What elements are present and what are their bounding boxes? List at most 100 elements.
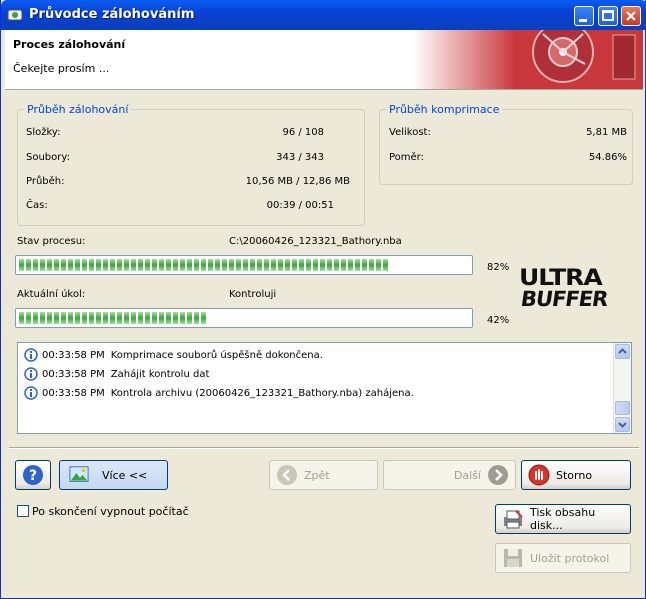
back-button[interactable]: Zpět — [269, 460, 378, 490]
cancel-button-label: Storno — [556, 468, 593, 482]
shutdown-checkbox-label[interactable]: Po skončení vypnout počítač — [32, 505, 189, 518]
progress-segment — [152, 259, 157, 271]
help-glyph: ? — [29, 468, 37, 484]
progress-segment — [110, 259, 115, 271]
progress-segment — [124, 312, 129, 324]
progress-segment — [299, 259, 304, 271]
log-text: Zahájit kontrolu dat — [110, 368, 210, 380]
info-icon — [24, 386, 38, 400]
minimize-button[interactable] — [574, 6, 594, 26]
info-icon — [24, 348, 38, 362]
info-icon — [24, 367, 38, 381]
progress-segment — [61, 312, 66, 324]
progress-segment — [89, 259, 94, 271]
save-icon — [504, 549, 522, 567]
progress-segment — [173, 312, 178, 324]
progress-segment — [250, 259, 255, 271]
picture-icon — [69, 466, 89, 482]
progress-segment — [124, 259, 129, 271]
scroll-thumb[interactable] — [615, 401, 630, 415]
progress-segment — [54, 312, 59, 324]
progress-segment — [166, 312, 171, 324]
progress-segment — [145, 312, 150, 324]
title-bar[interactable]: Průvodce zálohováním — [1, 0, 646, 30]
progress-value: 10,56 MB / 12,86 MB — [245, 176, 350, 187]
progress-segment — [117, 259, 122, 271]
progress-segment — [26, 259, 31, 271]
folders-label: Složky: — [26, 127, 61, 138]
more-button[interactable]: Více << — [59, 460, 168, 490]
wizard-header: Proces zálohování Čekejte prosím ... — [5, 30, 643, 90]
progress-segment — [180, 259, 185, 271]
progress-segment — [292, 259, 297, 271]
process-file-name: C:\20060426_123321_Bathory.nba — [229, 236, 402, 247]
progress-segment — [96, 312, 101, 324]
window-title: Průvodce zálohováním — [29, 7, 195, 22]
log-list[interactable]: 00:33:58 PM Komprimace souborů úspěšně d… — [17, 342, 632, 434]
close-icon — [626, 11, 636, 21]
progress-segment — [26, 312, 31, 324]
progress-segment — [68, 312, 73, 324]
compression-progress-group: Průběh komprimace Velikost: 5,81 MB Pomě… — [379, 103, 633, 185]
current-task-value: Kontroluji — [229, 289, 277, 300]
minimize-icon — [579, 19, 587, 22]
progress-segment — [40, 259, 45, 271]
progress-segment — [33, 312, 38, 324]
progress-segment — [33, 259, 38, 271]
progress-segment — [341, 259, 346, 271]
progress-segment — [264, 259, 269, 271]
backup-wizard-window: Průvodce zálohováním Proces zálohování Č… — [0, 0, 646, 599]
maximize-button[interactable] — [598, 6, 618, 26]
progress-segment — [278, 259, 283, 271]
progress-segment — [236, 259, 241, 271]
progress-segment — [82, 259, 87, 271]
scroll-up-button[interactable] — [615, 344, 630, 359]
progress-segment — [201, 259, 206, 271]
progress-segment — [222, 259, 227, 271]
files-label: Soubory: — [26, 152, 70, 163]
print-icon — [504, 510, 523, 529]
log-scrollbar[interactable] — [613, 343, 631, 433]
progress-segment — [103, 312, 108, 324]
progress-segment — [313, 259, 318, 271]
progress-segment — [47, 259, 52, 271]
process-status-label: Stav procesu: — [17, 236, 86, 247]
log-text: Kontrola archivu (20060426_123321_Bathor… — [110, 387, 414, 399]
vault-door-image — [413, 30, 643, 89]
progress-segment — [54, 259, 59, 271]
close-button[interactable] — [621, 6, 641, 26]
progress-segment — [159, 312, 164, 324]
header-subtitle: Čekejte prosím ... — [13, 62, 110, 75]
progress-segment — [103, 259, 108, 271]
save-log-button-label: Uložit protokol — [530, 551, 610, 565]
progress-segment — [138, 259, 143, 271]
progress-segment — [327, 259, 332, 271]
ratio-label: Poměr: — [389, 152, 424, 163]
print-disk-contents-button[interactable]: Tisk obsahu disk... — [495, 504, 631, 534]
save-log-button[interactable]: Uložit protokol — [495, 543, 631, 573]
task-progress-bar — [15, 308, 473, 328]
help-button[interactable]: ? — [15, 460, 51, 490]
progress-segment — [19, 312, 24, 324]
cancel-button[interactable]: Storno — [521, 460, 631, 490]
progress-segment — [285, 259, 290, 271]
time-label: Čas: — [26, 200, 48, 211]
logo-text-bottom: BUFFER — [519, 287, 609, 311]
header-title: Proces zálohování — [13, 38, 126, 51]
next-button[interactable]: Další — [383, 460, 516, 490]
process-percent: 82% — [487, 262, 510, 273]
progress-segment — [187, 312, 192, 324]
progress-segment — [131, 259, 136, 271]
files-value: 343 / 343 — [276, 152, 324, 163]
progress-segment — [194, 312, 199, 324]
next-button-label: Další — [453, 468, 481, 482]
progress-segment — [229, 259, 234, 271]
process-progress-bar — [15, 255, 473, 275]
progress-label: Průběh: — [26, 176, 65, 187]
progress-segment — [369, 259, 374, 271]
shutdown-checkbox[interactable] — [17, 505, 29, 517]
scroll-down-button[interactable] — [615, 417, 630, 432]
back-button-label: Zpět — [304, 468, 330, 482]
log-entry: 00:33:58 PM Komprimace souborů úspěšně d… — [24, 348, 323, 362]
progress-segment — [376, 259, 381, 271]
